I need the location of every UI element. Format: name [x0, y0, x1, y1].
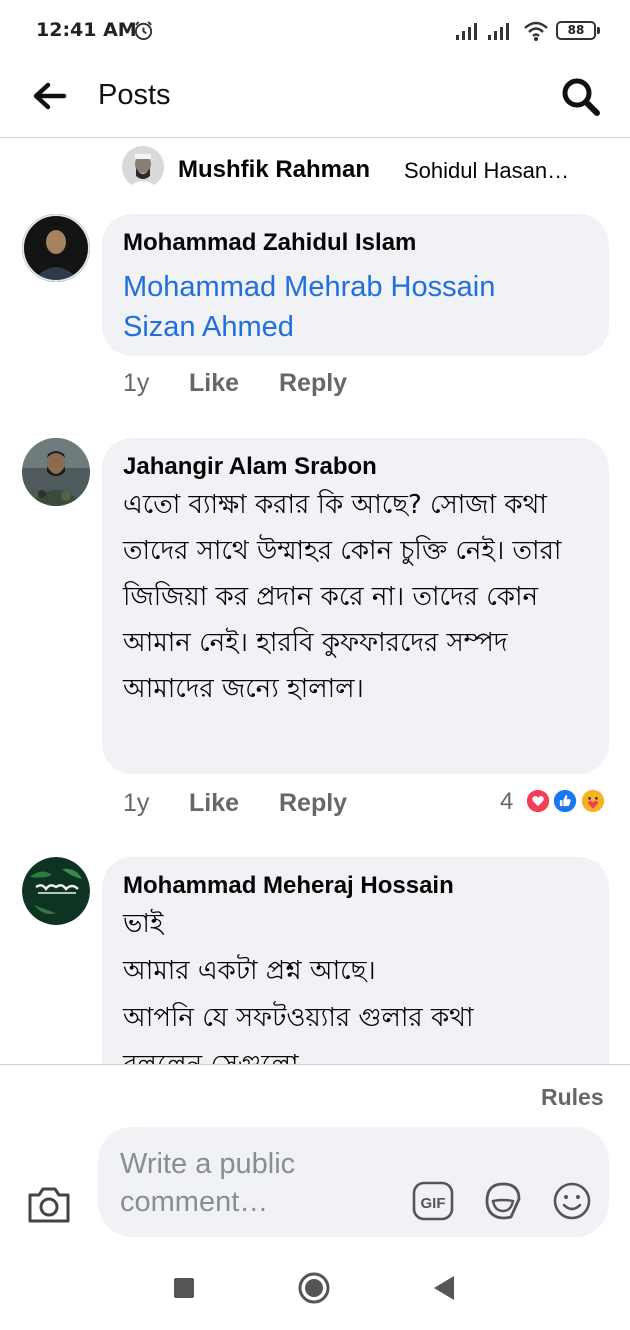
comment-bubble[interactable]: Mohammad Meheraj Hossain ভাই আমার একটা প… [102, 857, 609, 1064]
collapsed-reply[interactable]: Mushfik Rahman Sohidul Hasan… [122, 146, 612, 186]
back-triangle-icon[interactable] [430, 1274, 456, 1302]
status-bar: 12:41 AM 88 [0, 0, 630, 60]
camera-icon[interactable] [26, 1185, 72, 1225]
comment-text-line: আমার একটা প্রশ্ন আছে। [123, 956, 376, 986]
battery-tip [597, 27, 600, 34]
comment-input[interactable] [120, 1145, 380, 1225]
wifi-icon [524, 21, 548, 41]
reaction-count: 4 [500, 788, 514, 815]
like-button[interactable]: Like [189, 789, 239, 818]
emoji-icon[interactable] [552, 1181, 592, 1221]
reply-button[interactable]: Reply [279, 789, 347, 818]
page-title: Posts [98, 79, 171, 111]
comments-feed[interactable]: Mushfik Rahman Sohidul Hasan… Mohammad Z… [0, 139, 630, 1064]
home-button-icon[interactable] [297, 1271, 331, 1305]
comment-text-line: ভাই [123, 909, 164, 939]
comment-author[interactable]: Jahangir Alam Srabon [123, 452, 587, 482]
signal-icon [456, 23, 477, 40]
comment-time[interactable]: 1y [123, 369, 149, 398]
avatar[interactable] [122, 146, 164, 186]
search-icon[interactable] [560, 76, 602, 118]
system-nav-bar [0, 1248, 630, 1330]
app-header: Posts [0, 60, 630, 138]
sticker-icon[interactable] [481, 1179, 525, 1223]
comment-bubble[interactable]: Mohammad Zahidul Islam Mohammad Mehrab H… [102, 214, 609, 356]
reply-author[interactable]: Mushfik Rahman [178, 156, 370, 184]
comment-author[interactable]: Mohammad Meheraj Hossain [123, 871, 587, 901]
comment-bubble[interactable]: Jahangir Alam Srabon এতো ব্যাক্ষা করার ক… [102, 438, 609, 774]
comment-time[interactable]: 1y [123, 789, 149, 818]
love-reaction-icon [524, 787, 552, 815]
back-arrow-icon[interactable] [30, 78, 70, 114]
signal-icon [488, 23, 509, 40]
avatar[interactable] [22, 857, 90, 925]
like-reaction-icon [551, 787, 579, 815]
comment-input-box[interactable]: GIF [98, 1127, 609, 1237]
comment-text: এতো ব্যাক্ষা করার কি আছে? সোজা কথা তাদের… [123, 490, 562, 704]
reply-button[interactable]: Reply [279, 369, 347, 398]
recent-apps-button[interactable] [174, 1278, 194, 1298]
mention-link[interactable]: Mohammad Mehrab Hossain [123, 267, 587, 307]
avatar[interactable] [22, 438, 90, 506]
gif-icon[interactable]: GIF [412, 1181, 454, 1221]
comment-text-line: বললেন সেগুলো [123, 1042, 587, 1064]
rules-link[interactable]: Rules [541, 1084, 604, 1111]
battery-icon: 88 [556, 21, 596, 40]
mention-link[interactable]: Sizan Ahmed [123, 307, 587, 347]
care-reaction-icon [579, 787, 607, 815]
comment-composer-area: Rules GIF [0, 1064, 630, 1248]
reply-snippet: Sohidul Hasan… [404, 158, 570, 183]
like-button[interactable]: Like [189, 369, 239, 398]
gif-label: GIF [421, 1195, 446, 1212]
status-time: 12:41 AM [36, 19, 137, 41]
avatar[interactable] [22, 214, 90, 282]
comment-text-line: আপনি যে সফটওয়্যার গুলার কথা [123, 1003, 474, 1033]
alarm-icon [134, 21, 153, 41]
reactions-summary[interactable]: 4 [500, 786, 615, 820]
comment-author[interactable]: Mohammad Zahidul Islam [123, 228, 587, 258]
